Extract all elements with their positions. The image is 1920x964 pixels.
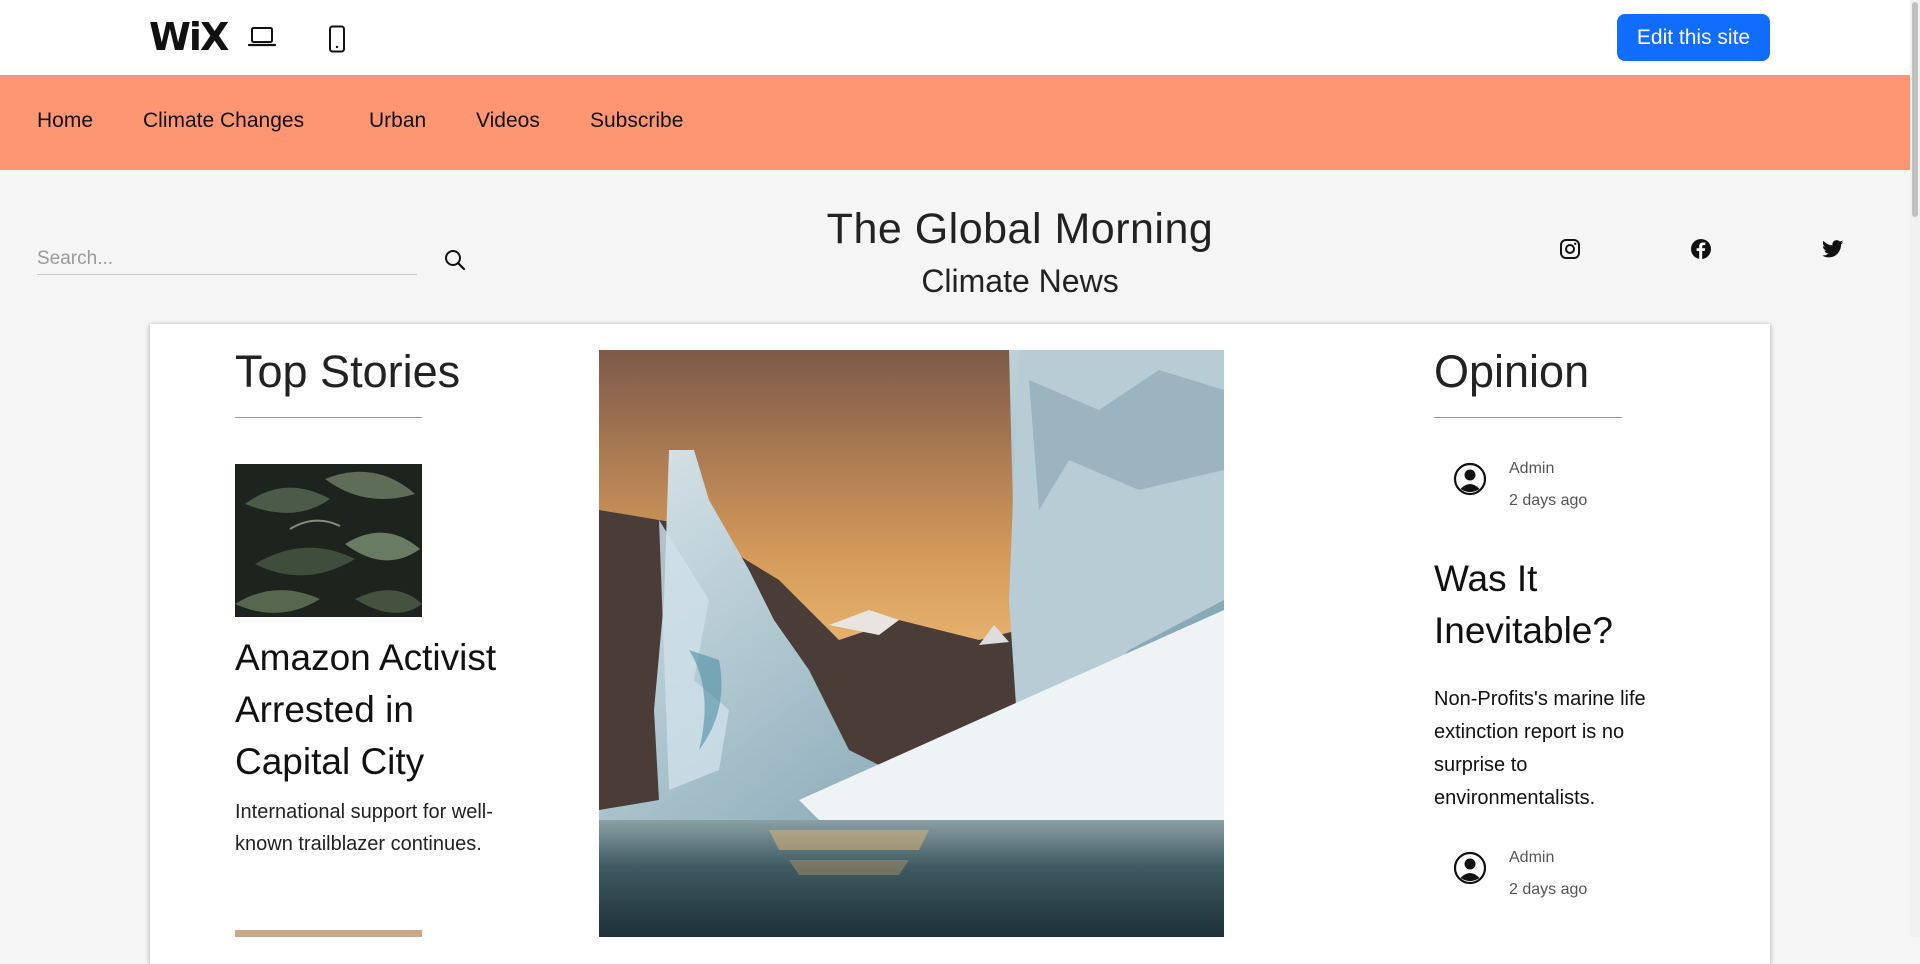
opinion-divider xyxy=(1434,417,1622,418)
story-thumbnail[interactable] xyxy=(235,464,422,617)
story-description: International support for well-known tra… xyxy=(235,801,493,855)
nav-item-climate-changes[interactable]: Climate Changes xyxy=(143,109,304,133)
main-navigation: Home Climate Changes Urban Videos Subscr… xyxy=(0,75,1920,170)
avatar-icon[interactable] xyxy=(1453,851,1487,890)
opinion-article-description: Non-Profits's marine life extinction rep… xyxy=(1434,688,1646,809)
post-author[interactable]: Admin xyxy=(1509,849,1554,867)
nav-item-urban[interactable]: Urban xyxy=(369,109,426,133)
wix-logo: WiX xyxy=(149,15,229,59)
top-stories-heading: Top Stories xyxy=(235,346,461,397)
mobile-phone-icon[interactable] xyxy=(327,25,347,53)
site-title: The Global Morning xyxy=(826,205,1214,253)
nav-item-videos[interactable]: Videos xyxy=(476,109,540,133)
nav-item-home[interactable]: Home xyxy=(37,109,93,133)
story-title[interactable]: Amazon Activist Arrested in Capital City xyxy=(235,632,535,788)
page-scrollbar[interactable] xyxy=(1910,0,1920,937)
opinion-article-title[interactable]: Was It Inevitable? xyxy=(1434,553,1684,657)
opinion-heading: Opinion xyxy=(1434,346,1590,397)
avatar-icon[interactable] xyxy=(1453,462,1487,501)
post-time: 2 days ago xyxy=(1509,881,1588,898)
scrollbar-thumb[interactable] xyxy=(1912,2,1918,217)
top-stories-divider xyxy=(235,417,422,418)
post-author[interactable]: Admin xyxy=(1509,460,1554,478)
post-time: 2 days ago xyxy=(1509,492,1588,509)
next-story-thumbnail[interactable] xyxy=(235,930,422,937)
laptop-icon[interactable] xyxy=(248,26,276,48)
edit-this-site-button[interactable]: Edit this site xyxy=(1617,14,1770,61)
nav-item-subscribe[interactable]: Subscribe xyxy=(590,109,683,133)
twitter-icon[interactable] xyxy=(1822,240,1844,263)
wix-top-bar: WiX Edit this site xyxy=(0,0,1920,76)
featured-iceberg-image[interactable] xyxy=(599,350,1224,937)
site-subtitle: Climate News xyxy=(921,263,1119,299)
facebook-icon[interactable] xyxy=(1690,238,1712,265)
instagram-icon[interactable] xyxy=(1559,238,1581,265)
